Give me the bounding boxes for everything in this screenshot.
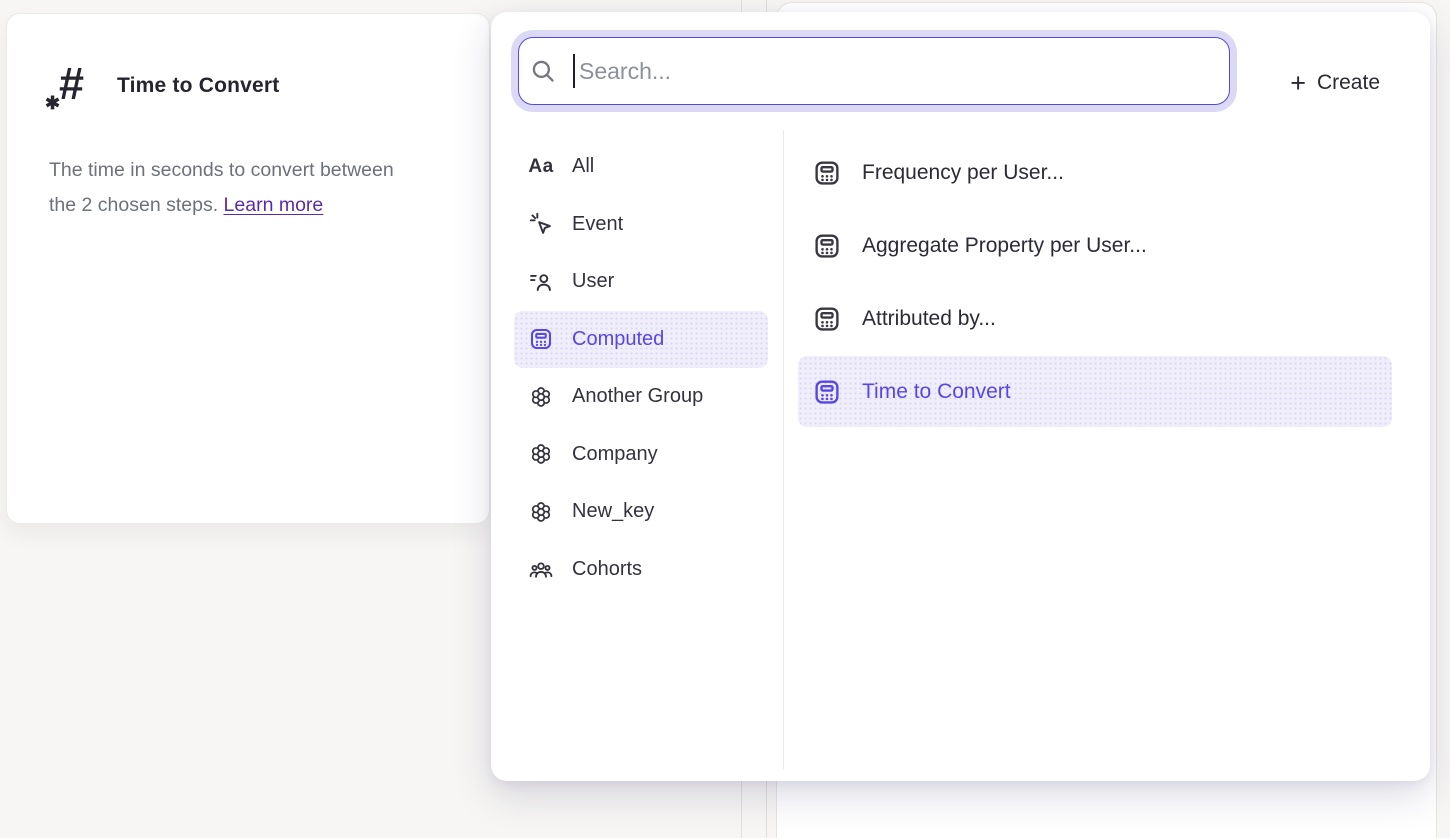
plus-icon: + [1290,68,1306,98]
search-box [518,37,1230,105]
group-icon [528,441,554,467]
calculator-icon [812,304,842,334]
calculator-icon [812,231,842,261]
category-event[interactable]: Event [514,196,768,254]
calculator-icon [812,158,842,188]
category-user[interactable]: User [514,253,768,311]
category-another-group[interactable]: Another Group [514,368,768,426]
category-new-key[interactable]: New_key [514,483,768,541]
property-tooltip-card: # ✱ Time to Convert The time in seconds … [6,13,490,524]
category-sidebar: Aa All Event User Computed [491,138,783,598]
result-time-to-convert[interactable]: Time to Convert [798,356,1392,427]
group-icon [528,384,554,410]
category-company[interactable]: Company [514,426,768,484]
computed-number-icon: # ✱ [47,58,99,116]
search-icon [529,57,557,85]
tooltip-title: Time to Convert [117,74,279,98]
screen: Select Property # ✱ Time to Convert The … [0,0,1450,838]
group-icon [528,499,554,525]
text-format-icon: Aa [528,154,554,180]
create-button[interactable]: + Create [1290,66,1380,100]
tooltip-description: The time in seconds to convert between t… [49,153,449,223]
category-computed[interactable]: Computed [514,311,768,369]
category-cohorts[interactable]: Cohorts [514,541,768,599]
user-icon [528,269,554,295]
select-property-row: Select Property [0,785,1450,838]
calculator-icon [812,377,842,407]
calculator-icon [528,326,554,352]
column-divider [783,130,784,769]
result-aggregate-property-per-user[interactable]: Aggregate Property per User... [798,210,1392,281]
click-icon [528,211,554,237]
category-all[interactable]: Aa All [514,138,768,196]
cohorts-icon [528,556,554,582]
learn-more-link[interactable]: Learn more [224,194,324,216]
result-frequency-per-user[interactable]: Frequency per User... [798,137,1392,208]
property-picker-popup: + Create Aa All Event User [491,12,1430,781]
result-attributed-by[interactable]: Attributed by... [798,283,1392,354]
search-input[interactable] [575,58,1229,85]
results-list: Frequency per User... Aggregate Property… [798,137,1392,429]
